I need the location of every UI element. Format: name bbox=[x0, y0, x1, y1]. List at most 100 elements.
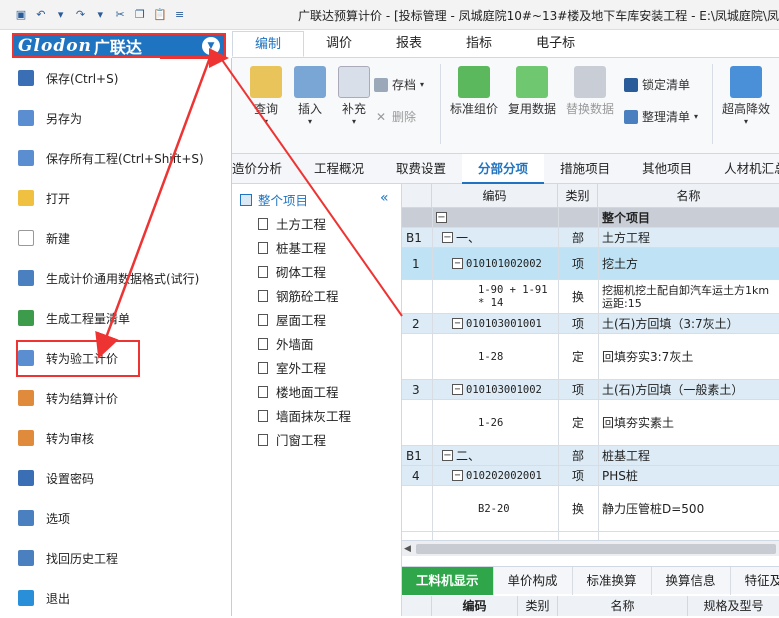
table-row[interactable]: 1-26 定 回填夯实素土 bbox=[402, 400, 779, 446]
copy-icon[interactable]: ❐ bbox=[133, 8, 147, 22]
collapse-icon[interactable]: − bbox=[452, 318, 463, 329]
dropdown-icon[interactable]: ▾ bbox=[93, 8, 107, 22]
table-row[interactable]: − 整个项目 bbox=[402, 208, 779, 228]
customize-icon[interactable]: ≡ bbox=[173, 8, 187, 22]
tree-item[interactable]: 门窗工程 bbox=[258, 430, 326, 449]
tree-item[interactable]: 楼地面工程 bbox=[258, 382, 339, 401]
tab-cost-analysis[interactable]: 造价分析 bbox=[232, 154, 298, 184]
delete-button[interactable]: ✕ 删除 bbox=[374, 108, 416, 125]
supplement-icon bbox=[338, 66, 370, 98]
column-header-type[interactable]: 类别 bbox=[558, 184, 598, 208]
tree-item[interactable]: 屋面工程 bbox=[258, 310, 326, 329]
tab-index[interactable]: 指标 bbox=[444, 31, 514, 57]
table-row[interactable]: 1-90 + 1-91 * 14 换 挖掘机挖土配自卸汽车运土方1km 运距:1… bbox=[402, 280, 779, 314]
application-menu-button[interactable]: Glodon 广联达 ▼ bbox=[12, 33, 226, 58]
save-as-icon bbox=[18, 110, 34, 126]
save-icon[interactable]: ▣ bbox=[14, 8, 28, 22]
menu-item-save-as[interactable]: 另存为 bbox=[0, 98, 231, 138]
collapse-icon[interactable]: « bbox=[380, 190, 389, 206]
horizontal-scrollbar[interactable]: ◀ bbox=[402, 540, 779, 556]
standard-group-button[interactable]: 标准组价 bbox=[446, 66, 502, 117]
column-header-code[interactable]: 编码 bbox=[432, 184, 558, 208]
menu-item-options[interactable]: 选项 bbox=[0, 498, 231, 538]
menu-item-set-password[interactable]: 设置密码 bbox=[0, 458, 231, 498]
chevron-down-icon[interactable]: ▼ bbox=[202, 36, 220, 55]
table-row[interactable]: 2 −010103001001 项 土(石)方回填（3:7灰土） bbox=[402, 314, 779, 334]
menu-item-exit[interactable]: 退出 bbox=[0, 578, 231, 618]
collapse-icon[interactable]: − bbox=[452, 470, 463, 481]
table-row[interactable]: 1-28 定 回填夯实3:7灰土 bbox=[402, 334, 779, 380]
organize-list-button[interactable]: 整理清单 ▾ bbox=[624, 108, 698, 125]
insert-button[interactable]: 插入 ▾ bbox=[290, 66, 330, 126]
tree-item[interactable]: 桩基工程 bbox=[258, 238, 326, 257]
tab-standard-conversion[interactable]: 标准换算 bbox=[573, 567, 652, 595]
tree-item[interactable]: 钢筋砼工程 bbox=[258, 286, 339, 305]
menu-item-open[interactable]: 打开 bbox=[0, 178, 231, 218]
tab-measures[interactable]: 措施项目 bbox=[544, 154, 626, 184]
undo-icon[interactable]: ↶ bbox=[34, 8, 48, 22]
table-row[interactable]: 3 −010103001002 项 土(石)方回填（一般素土） bbox=[402, 380, 779, 400]
tab-adjust-price[interactable]: 调价 bbox=[304, 31, 374, 57]
tab-fee-settings[interactable]: 取费设置 bbox=[380, 154, 462, 184]
lock-list-button[interactable]: 锁定清单 bbox=[624, 76, 690, 93]
cell-no: 3 bbox=[412, 382, 420, 397]
detail-column-code[interactable]: 编码 bbox=[432, 596, 518, 616]
tree-item[interactable]: 土方工程 bbox=[258, 214, 326, 233]
table-row[interactable]: B1 − 二、 部 桩基工程 bbox=[402, 446, 779, 466]
table-row[interactable]: B1 − 一、 部 土方工程 bbox=[402, 228, 779, 248]
tab-project-overview[interactable]: 工程概况 bbox=[298, 154, 380, 184]
menu-item-new[interactable]: 新建 bbox=[0, 218, 231, 258]
detail-column-name[interactable]: 名称 bbox=[558, 596, 688, 616]
menu-item-generate-bill[interactable]: 生成工程量清单 bbox=[0, 298, 231, 338]
reuse-data-button[interactable]: 复用数据 bbox=[504, 66, 560, 117]
tab-e-bid[interactable]: 电子标 bbox=[514, 31, 597, 57]
query-button[interactable]: 查询 ▾ bbox=[246, 66, 286, 126]
tab-materials-summary[interactable]: 人材机汇总 bbox=[708, 154, 779, 184]
table-row[interactable]: 4 −010202002001 项 PHS桩 bbox=[402, 466, 779, 486]
title-bar: ▣ ↶ ▾ ↷ ▾ ✂ ❐ 📋 ≡ 广联达预算计价 - [投标管理 - 凤城庭院… bbox=[0, 0, 779, 30]
tree-item[interactable]: 室外工程 bbox=[258, 358, 326, 377]
tab-report[interactable]: 报表 bbox=[374, 31, 444, 57]
cell-name: PHS桩 bbox=[602, 469, 638, 483]
collapse-icon[interactable]: − bbox=[442, 232, 453, 243]
tab-other-items[interactable]: 其他项目 bbox=[626, 154, 708, 184]
tree-item[interactable]: 墙面抹灰工程 bbox=[258, 406, 351, 425]
collapse-icon[interactable]: − bbox=[452, 258, 463, 269]
menu-item-export-format[interactable]: 生成计价通用数据格式(试行) bbox=[0, 258, 231, 298]
paste-icon[interactable]: 📋 bbox=[153, 8, 167, 22]
scroll-left-icon[interactable]: ◀ bbox=[404, 544, 411, 554]
collapse-icon[interactable]: − bbox=[436, 212, 447, 223]
detail-column-spec[interactable]: 规格及型号 bbox=[688, 596, 779, 616]
table-row[interactable]: 1 −010101002002 项 挖土方 bbox=[402, 248, 779, 280]
supplement-button[interactable]: 补充 ▾ bbox=[334, 66, 374, 126]
tab-materials-display[interactable]: 工料机显示 bbox=[402, 567, 494, 595]
menu-item-save[interactable]: 保存(Ctrl+S) bbox=[0, 58, 231, 98]
replace-data-button[interactable]: 替换数据 bbox=[562, 66, 618, 117]
tree-root-icon bbox=[240, 193, 252, 206]
tree-item-label: 外墙面 bbox=[276, 337, 314, 352]
redo-icon[interactable]: ↷ bbox=[73, 8, 87, 22]
super-downgrade-button[interactable]: 超高降效 ▾ bbox=[718, 66, 774, 126]
tab-unit-price[interactable]: 单价构成 bbox=[494, 567, 573, 595]
tab-edit[interactable]: 编制 bbox=[232, 31, 305, 57]
cut-icon[interactable]: ✂ bbox=[113, 8, 127, 22]
tab-conversion-info[interactable]: 换算信息 bbox=[652, 567, 731, 595]
detail-column-type[interactable]: 类别 bbox=[518, 596, 558, 616]
tab-sub-items[interactable]: 分部分项 bbox=[462, 154, 545, 184]
column-header-name[interactable]: 名称 bbox=[598, 184, 779, 208]
tree-root[interactable]: 整个项目 bbox=[240, 190, 308, 209]
menu-item-to-settlement[interactable]: 转为结算计价 bbox=[0, 378, 231, 418]
tab-features[interactable]: 特征及 bbox=[731, 567, 779, 595]
tree-item[interactable]: 砌体工程 bbox=[258, 262, 326, 281]
delete-icon: ✕ bbox=[375, 109, 387, 124]
table-row[interactable]: B2-20 换 静力压管桩D=500 bbox=[402, 486, 779, 532]
menu-item-to-audit[interactable]: 转为审核 bbox=[0, 418, 231, 458]
scrollbar-thumb[interactable] bbox=[416, 544, 776, 554]
dropdown-icon[interactable]: ▾ bbox=[54, 8, 68, 22]
collapse-icon[interactable]: − bbox=[452, 384, 463, 395]
menu-item-save-all[interactable]: 保存所有工程(Ctrl+Shift+S) bbox=[0, 138, 231, 178]
tree-item[interactable]: 外墙面 bbox=[258, 334, 314, 353]
collapse-icon[interactable]: − bbox=[442, 450, 453, 461]
save-archive-button[interactable]: 存档 ▾ bbox=[374, 76, 424, 93]
menu-item-history[interactable]: 找回历史工程 bbox=[0, 538, 231, 578]
